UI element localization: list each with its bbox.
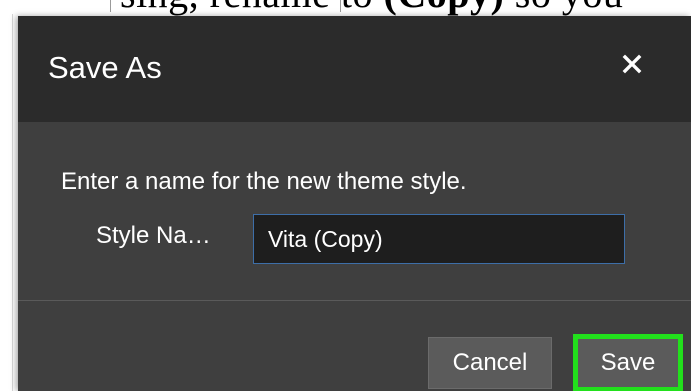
cancel-button[interactable]: Cancel [428, 337, 552, 389]
close-icon [622, 54, 642, 74]
save-as-dialog: Save As Enter a name for the new theme s… [18, 16, 691, 391]
background-left-panel [0, 14, 13, 391]
background-text-suffix: so you [504, 0, 623, 16]
style-name-input[interactable] [253, 214, 625, 264]
dialog-body: Enter a name for the new theme style. St… [18, 122, 691, 300]
save-button[interactable]: Save [573, 334, 683, 391]
dialog-title: Save As [48, 50, 162, 85]
dialog-instruction: Enter a name for the new theme style. [61, 168, 467, 195]
background-divider [110, 0, 111, 12]
background-document-text: sing, rename to (Copy) so you [120, 0, 623, 17]
dialog-footer: Cancel Save [18, 301, 691, 391]
dialog-titlebar: Save As [18, 16, 691, 122]
background-divider [340, 0, 341, 12]
background-text-prefix: sing, rename to [120, 0, 384, 16]
close-button[interactable] [612, 44, 652, 84]
background-text-bold: (Copy) [384, 0, 505, 16]
style-name-label: Style Na… [96, 222, 211, 249]
